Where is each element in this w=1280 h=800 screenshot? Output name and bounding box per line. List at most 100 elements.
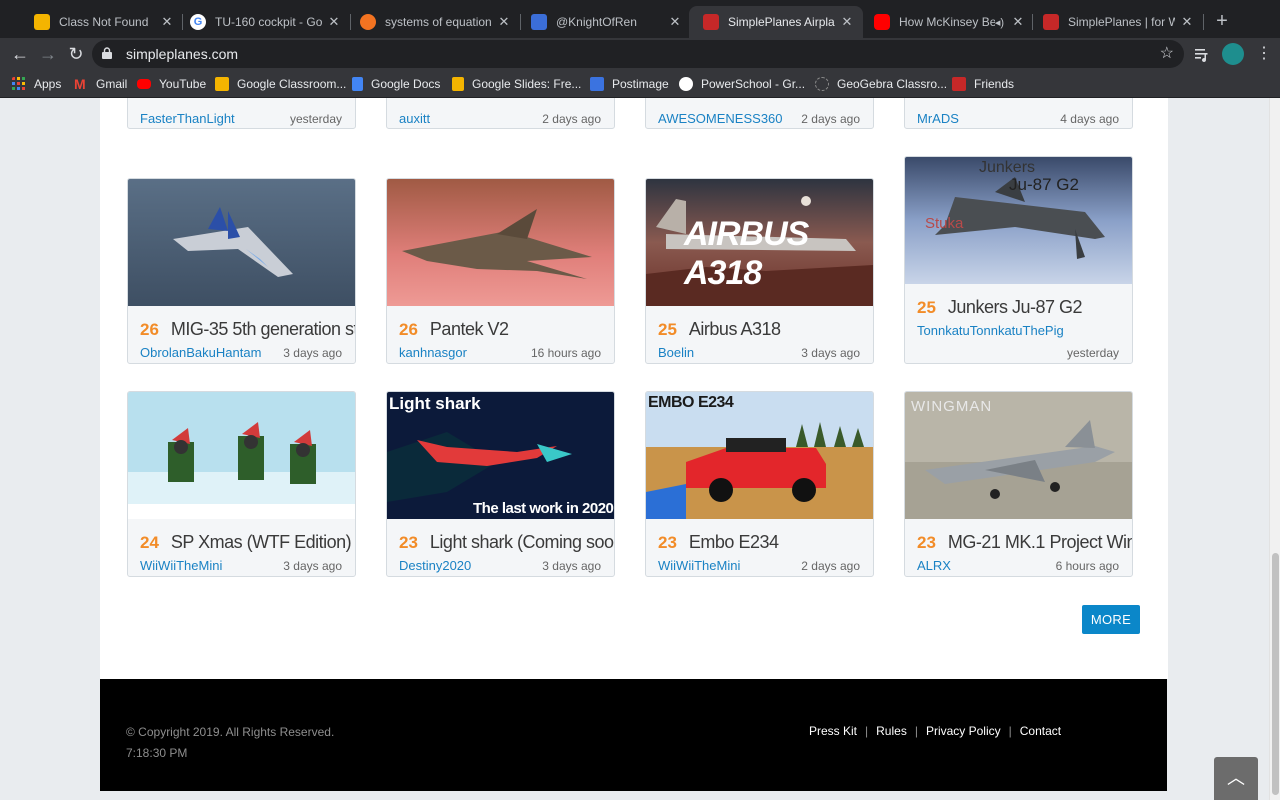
page-viewport: FasterThanLight yesterday auxitt 2 days …	[0, 98, 1280, 800]
browser-tab[interactable]: How McKinsey Be ◂) ✕	[860, 6, 1034, 38]
bookmark-geogebra[interactable]: GeoGebra Classro...	[815, 75, 947, 93]
close-icon[interactable]: ✕	[496, 14, 512, 30]
tab-title: Class Not Found	[59, 15, 149, 29]
bookmark-star-icon[interactable]: ☆	[1160, 43, 1174, 63]
browser-tab[interactable]: SimplePlanes | for Wi ✕	[1029, 6, 1203, 38]
close-icon[interactable]: ✕	[1010, 14, 1026, 30]
post-date: 16 hours ago	[530, 346, 601, 360]
tab-strip: Class Not Found ✕ G TU-160 cockpit - Goo…	[0, 0, 1280, 40]
browser-tab[interactable]: Class Not Found ✕	[20, 6, 183, 38]
bookmark-postimage[interactable]: Postimage	[590, 75, 669, 93]
airplane-name[interactable]: MIG-35 5th generation st	[171, 319, 355, 340]
airplane-thumbnail[interactable]: WINGMAN	[905, 392, 1132, 519]
forward-icon[interactable]: →	[36, 42, 60, 66]
footer-link-contact[interactable]: Contact	[1020, 724, 1061, 738]
airplane-card[interactable]: 26 Pantek V2 kanhnasgor 16 hours ago	[386, 178, 615, 364]
browser-tab-active[interactable]: SimplePlanes Airplane ✕	[689, 6, 863, 38]
author-link[interactable]: AWESOMENESS360	[658, 111, 783, 126]
author-link[interactable]: auxitt	[399, 111, 430, 126]
footer-link-privacy-policy[interactable]: Privacy Policy	[926, 724, 1001, 738]
post-date: yesterday	[1066, 346, 1119, 360]
author-link[interactable]: TonnkatuTonnkatuThePig	[917, 323, 1064, 338]
airplane-card[interactable]: Light shark The last work in 2020 23 Ligh…	[386, 391, 615, 577]
airplane-card[interactable]: Junkers Ju-87 G2 Stuka 25 Junkers Ju-87 G…	[904, 156, 1133, 364]
author-link[interactable]: WiiWiiTheMini	[658, 558, 740, 573]
airplane-card[interactable]: AWESOMENESS360 2 days ago	[645, 98, 874, 129]
score-badge: 23	[917, 533, 936, 552]
bookmark-powerschool[interactable]: PowerSchool - Gr...	[679, 75, 805, 93]
airplane-thumbnail[interactable]	[387, 179, 614, 306]
airplane-card[interactable]: 26 MIG-35 5th generation st ObrolanBakuHa…	[127, 178, 356, 364]
tab-title: @KnightOfRen	[556, 15, 637, 29]
bookmark-label: Gmail	[96, 77, 128, 91]
close-icon[interactable]: ✕	[159, 14, 175, 30]
airplane-thumbnail[interactable]: EMBO E234	[646, 392, 873, 519]
airplane-card[interactable]: WINGMAN 23 MG-21 MK.1 Project Win ALRX 6 …	[904, 391, 1133, 577]
back-icon[interactable]: ←	[8, 42, 32, 66]
author-link[interactable]: WiiWiiTheMini	[140, 558, 222, 573]
page-scrollbar[interactable]	[1269, 98, 1280, 800]
browser-tab[interactable]: @KnightOfRen ✕	[517, 6, 691, 38]
speaker-icon[interactable]: ◂)	[995, 16, 1004, 29]
bookmark-label: Apps	[34, 77, 62, 91]
airplane-name[interactable]: MG-21 MK.1 Project Win	[948, 532, 1132, 553]
airplane-name[interactable]: Junkers Ju-87 G2	[948, 297, 1083, 318]
close-icon[interactable]: ✕	[326, 14, 342, 30]
airplane-name[interactable]: Light shark (Coming soo	[430, 532, 614, 553]
author-link[interactable]: Boelin	[658, 345, 694, 360]
tab-title: How McKinsey Be	[899, 15, 995, 29]
media-queue-icon[interactable]	[1192, 44, 1212, 64]
close-icon[interactable]: ✕	[1179, 14, 1195, 30]
airplane-thumbnail[interactable]: Junkers Ju-87 G2 Stuka	[905, 157, 1132, 284]
airplane-card[interactable]: FasterThanLight yesterday	[127, 98, 356, 129]
bookmark-label: YouTube	[159, 77, 207, 91]
apps-grid-icon	[12, 77, 25, 90]
more-button[interactable]: MORE	[1082, 605, 1140, 634]
airplane-name[interactable]: Airbus A318	[689, 319, 781, 340]
footer-link-press-kit[interactable]: Press Kit	[809, 724, 857, 738]
copyright-text: © Copyright 2019. All Rights Reserved.	[126, 725, 335, 739]
new-tab-button[interactable]: +	[1212, 11, 1232, 31]
scroll-to-top-button[interactable]: ︿	[1214, 757, 1258, 800]
profile-avatar[interactable]	[1222, 43, 1244, 65]
bookmark-google-slides[interactable]: Google Slides: Fre...	[452, 75, 581, 93]
airplane-card[interactable]: EMBO E234 23 Embo E234 WiiWiiTheMini 2 da…	[645, 391, 874, 577]
reload-icon[interactable]: ↻	[64, 42, 88, 66]
slides-icon	[452, 77, 464, 91]
simpleplanes-icon	[1043, 14, 1059, 30]
airplane-name[interactable]: Embo E234	[689, 532, 779, 553]
author-link[interactable]: kanhnasgor	[399, 345, 467, 360]
airplane-card[interactable]: auxitt 2 days ago	[386, 98, 615, 129]
bookmark-apps[interactable]: Apps	[12, 75, 61, 93]
airplane-card[interactable]: 24 SP Xmas (WTF Edition) WiiWiiTheMini 3 …	[127, 391, 356, 577]
score-badge: 25	[658, 320, 677, 339]
author-link[interactable]: MrADS	[917, 111, 959, 126]
bookmark-friends[interactable]: Friends	[952, 75, 1014, 93]
scrollbar-thumb[interactable]	[1272, 553, 1279, 795]
airplane-thumbnail[interactable]	[128, 392, 355, 519]
airplane-thumbnail[interactable]	[128, 179, 355, 306]
content-container: FasterThanLight yesterday auxitt 2 days …	[100, 98, 1168, 679]
airplane-name[interactable]: Pantek V2	[430, 319, 509, 340]
airplane-name[interactable]: SP Xmas (WTF Edition)	[171, 532, 352, 553]
bookmark-youtube[interactable]: YouTube	[137, 75, 206, 93]
airplane-card[interactable]: MrADS 4 days ago	[904, 98, 1133, 129]
close-icon[interactable]: ✕	[667, 14, 683, 30]
bookmark-google-docs[interactable]: Google Docs	[352, 75, 440, 93]
author-link[interactable]: FasterThanLight	[140, 111, 235, 126]
author-link[interactable]: ObrolanBakuHantam	[140, 345, 261, 360]
author-link[interactable]: ALRX	[917, 558, 951, 573]
bookmark-gmail[interactable]: M Gmail	[74, 75, 127, 93]
footer-link-rules[interactable]: Rules	[876, 724, 907, 738]
airplane-card[interactable]: AIRBUS A318 25 Airbus A318 Boelin 3 days …	[645, 178, 874, 364]
browser-tab[interactable]: systems of equations ✕	[346, 6, 520, 38]
browser-tab[interactable]: G TU-160 cockpit - Goo ✕	[176, 6, 350, 38]
airplane-thumbnail[interactable]: Light shark The last work in 2020	[387, 392, 614, 519]
thumbnail-caption: WINGMAN	[911, 398, 993, 415]
bookmark-google-classroom[interactable]: Google Classroom...	[215, 75, 346, 93]
close-icon[interactable]: ✕	[839, 14, 855, 30]
airplane-thumbnail[interactable]: AIRBUS A318	[646, 179, 873, 306]
address-bar[interactable]: simpleplanes.com ☆	[92, 40, 1184, 68]
author-link[interactable]: Destiny2020	[399, 558, 471, 573]
menu-icon[interactable]: ⋮	[1256, 44, 1272, 64]
